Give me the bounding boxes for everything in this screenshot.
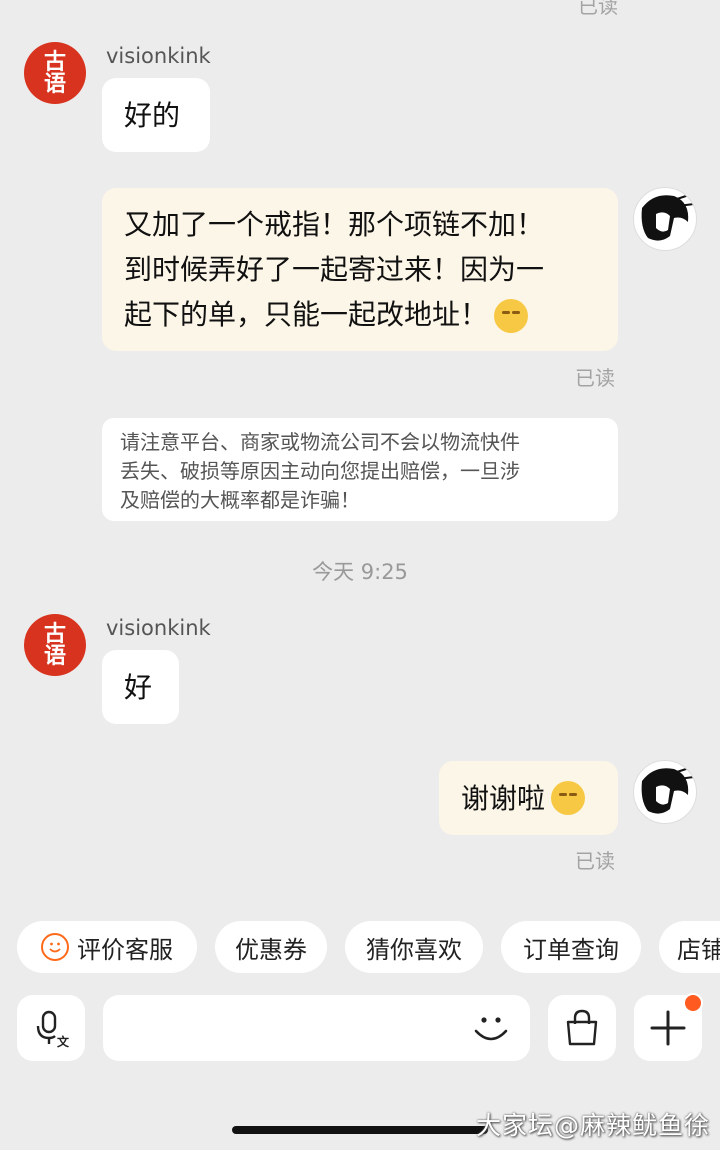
read-status-label: 已读	[575, 849, 615, 873]
chip-label: 评价客服	[77, 935, 173, 964]
product-bag-button[interactable]	[548, 995, 616, 1061]
message-text-line: 到时候弄好了一起寄过来！因为一	[124, 253, 545, 286]
notification-dot	[683, 993, 703, 1013]
message-bubble-incoming[interactable]: 好	[102, 650, 179, 724]
sigh-emoji-icon	[494, 299, 529, 333]
notice-line: 丢失、破损等原因主动向您提出赔偿，一旦涉	[120, 459, 520, 483]
svg-text:文: 文	[57, 1034, 70, 1049]
message-bubble-incoming[interactable]: 好的	[102, 78, 210, 152]
chip-recommend[interactable]: 猜你喜欢	[345, 921, 483, 973]
chip-label: 店铺	[677, 935, 720, 964]
read-status-label: 已读	[575, 366, 615, 390]
timestamp: 今天 9:25	[312, 560, 408, 584]
chip-rate-service[interactable]: 评价客服	[17, 921, 197, 973]
watermark: 大家坛@麻辣鱿鱼徐	[476, 1111, 711, 1140]
chip-label: 猜你喜欢	[366, 935, 462, 964]
sender-name: visionkink	[106, 616, 211, 640]
fraud-warning-notice: 请注意平台、商家或物流公司不会以物流快件 丢失、破损等原因主动向您提出赔偿，一旦…	[102, 418, 618, 521]
notice-line: 及赔偿的大概率都是诈骗！	[120, 488, 360, 512]
contact-avatar[interactable]: 古语	[24, 614, 86, 676]
contact-avatar[interactable]: 古语	[24, 42, 86, 104]
my-avatar[interactable]	[633, 760, 697, 824]
message-input[interactable]	[103, 995, 530, 1061]
message-text-line: 又加了一个戒指！那个项链不加！	[124, 208, 545, 241]
chip-coupon[interactable]: 优惠券	[215, 921, 327, 973]
hug-emoji-icon	[551, 781, 586, 815]
my-avatar[interactable]	[633, 187, 697, 251]
message-text: 谢谢啦	[461, 781, 546, 815]
sender-name: visionkink	[106, 44, 211, 68]
read-status-label: 已读	[578, 0, 618, 18]
ink-portrait-icon	[641, 193, 695, 241]
plus-icon	[650, 1010, 686, 1046]
message-text-line: 起下的单，只能一起改地址！	[124, 298, 489, 331]
message-bubble-outgoing[interactable]: 又加了一个戒指！那个项链不加！ 到时候弄好了一起寄过来！因为一 起下的单，只能一…	[102, 188, 618, 351]
ink-portrait-icon	[641, 766, 695, 814]
message-bubble-outgoing[interactable]: 谢谢啦	[439, 761, 618, 835]
notice-line: 请注意平台、商家或物流公司不会以物流快件	[120, 430, 520, 454]
seal-avatar-text: 古语	[43, 49, 66, 97]
smile-icon	[41, 933, 69, 961]
message-text: 好的	[124, 98, 181, 132]
chip-label: 订单查询	[523, 935, 619, 964]
chip-store[interactable]: 店铺	[659, 921, 720, 973]
message-text: 好	[124, 670, 153, 704]
chip-label: 优惠券	[235, 935, 307, 964]
home-indicator[interactable]	[232, 1126, 488, 1134]
emoji-button[interactable]	[472, 1009, 510, 1047]
shopping-bag-icon	[566, 1009, 598, 1046]
seal-avatar-text: 古语	[43, 621, 66, 669]
chip-order-query[interactable]: 订单查询	[501, 921, 641, 973]
voice-input-button[interactable]: 文	[17, 995, 85, 1061]
mic-translate-icon: 文	[36, 1010, 70, 1049]
